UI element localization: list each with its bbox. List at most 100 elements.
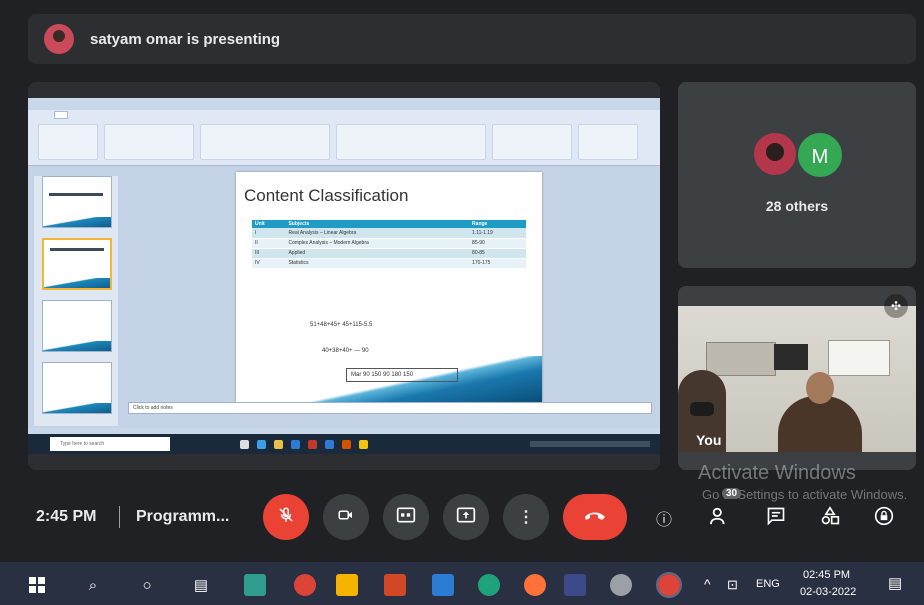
- shared-screen: Content Classification Unit Subjects Ran…: [28, 98, 660, 454]
- participant-count-badge: 30: [722, 488, 742, 499]
- captions-button[interactable]: [383, 494, 429, 540]
- slide-equation-box: Mar 90 150 90 180 150: [346, 368, 458, 382]
- table-cell: III: [252, 248, 286, 259]
- shared-search-box: Type here to search: [50, 437, 170, 451]
- end-call-button[interactable]: [563, 494, 627, 540]
- activities-button[interactable]: [817, 505, 843, 531]
- table-header: Subjects: [285, 220, 470, 228]
- shared-system-tray: [530, 441, 650, 447]
- background-tv: [774, 344, 808, 370]
- language-indicator[interactable]: ENG: [756, 578, 780, 590]
- present-button[interactable]: [443, 494, 489, 540]
- participants-tile[interactable]: [678, 82, 916, 268]
- taskbar-date[interactable]: 02-03-2022: [800, 586, 856, 598]
- host-controls-button[interactable]: [871, 505, 897, 531]
- ppt-ribbon: [28, 110, 660, 166]
- slide-thumbnail: [42, 362, 112, 414]
- app-icon: [359, 439, 368, 449]
- table-row: III Applied 80-85: [252, 248, 526, 259]
- ribbon-group: [336, 124, 486, 160]
- meeting-info-button[interactable]: ⓘ: [651, 505, 677, 531]
- people-button[interactable]: [707, 505, 733, 531]
- slide-thumbnail-selected: [42, 238, 112, 290]
- slide-equation: 51+48+45+ 45+115-5.5: [310, 322, 373, 328]
- mic-off-icon: [277, 506, 295, 529]
- presenter-avatar: [44, 24, 74, 54]
- ppt-titlebar: [28, 98, 660, 110]
- mail-icon[interactable]: [432, 574, 454, 596]
- presentation-tile[interactable]: Content Classification Unit Subjects Ran…: [28, 82, 660, 470]
- network-icon[interactable]: ⊡: [727, 577, 738, 593]
- participant-avatar-m: M: [796, 131, 844, 179]
- notes-pane: Click to add notes: [128, 402, 652, 414]
- app-icon: [274, 439, 283, 449]
- ribbon-tab: [108, 112, 112, 118]
- app-icon: [291, 439, 300, 449]
- more-options-button[interactable]: ⋮: [503, 494, 549, 540]
- table-row: I Real Analysis – Linear Algebra 1.11-1.…: [252, 228, 526, 239]
- app-icon: [257, 439, 266, 449]
- chat-icon: [766, 506, 786, 531]
- notification-icon[interactable]: ▤: [888, 574, 902, 592]
- ribbon-tab: [54, 111, 69, 119]
- store-icon[interactable]: [244, 574, 266, 596]
- table-cell: 170-175: [469, 258, 526, 269]
- ribbon-groups: [28, 120, 660, 164]
- self-video-feed: [678, 306, 916, 452]
- windows-start-icon[interactable]: [26, 574, 48, 596]
- meeting-clock: 2:45 PM: [36, 508, 97, 525]
- chevron-up-icon[interactable]: ^: [704, 576, 711, 592]
- table-cell: Applied: [285, 248, 470, 259]
- slide-thumbnail-pane: [34, 176, 118, 426]
- cortana-icon[interactable]: ○: [136, 574, 158, 596]
- table-header: Range: [469, 220, 526, 228]
- ribbon-group: [492, 124, 572, 160]
- app-icon: [342, 439, 351, 449]
- ribbon-group: [38, 124, 98, 160]
- meeting-name: Programm...: [136, 508, 230, 525]
- others-count-label: 28 others: [765, 198, 829, 214]
- table-row: IV Statistics 170-175: [252, 258, 526, 269]
- table-header: Unit: [252, 220, 286, 228]
- edge-icon[interactable]: [478, 574, 500, 596]
- presenting-banner: satyam omar is presenting: [28, 14, 916, 64]
- search-icon[interactable]: ⌕: [82, 574, 104, 596]
- more-vert-icon: ⋮: [518, 509, 534, 526]
- table-cell: 1.11-1.19: [469, 228, 526, 239]
- paint-icon[interactable]: [610, 574, 632, 596]
- ribbon-group: [104, 124, 194, 160]
- slide-thumbnail: [42, 176, 112, 228]
- lock-icon: [874, 506, 894, 531]
- slide-table: Unit Subjects Range I Real Analysis – Li…: [252, 220, 526, 269]
- app-icon[interactable]: [564, 574, 586, 596]
- ribbon-tab: [131, 112, 135, 118]
- ribbon-group: [200, 124, 330, 160]
- ribbon-tabs: [28, 110, 660, 120]
- table-cell: IV: [252, 258, 286, 269]
- background-shelf: [706, 342, 776, 376]
- slide-title: Content Classification: [244, 186, 409, 205]
- participant-avatar: [752, 131, 798, 177]
- chat-button[interactable]: [763, 505, 789, 531]
- camera-toggle-button[interactable]: [323, 494, 369, 540]
- pin-icon[interactable]: ✣: [884, 294, 908, 318]
- chrome-active-icon[interactable]: [656, 572, 682, 598]
- self-view-label: You: [696, 432, 722, 448]
- mic-toggle-button[interactable]: [263, 494, 309, 540]
- firefox-icon[interactable]: [524, 574, 546, 596]
- app-icon: [308, 439, 317, 449]
- ppt-workspace: Content Classification Unit Subjects Ran…: [28, 166, 660, 428]
- meet-window: satyam omar is presenting Content Classi…: [0, 0, 924, 605]
- file-explorer-icon[interactable]: [336, 574, 358, 596]
- taskbar-time[interactable]: 02:45 PM: [803, 569, 850, 581]
- chrome-icon[interactable]: [294, 574, 316, 596]
- ribbon-group: [578, 124, 638, 160]
- task-view-icon[interactable]: ▤: [190, 574, 212, 596]
- table-cell: 85-90: [469, 238, 526, 249]
- current-slide: Content Classification Unit Subjects Ran…: [236, 172, 542, 402]
- table-cell: I: [252, 228, 286, 239]
- powerpoint-icon[interactable]: [384, 574, 406, 596]
- camera-icon: [337, 506, 355, 529]
- self-view-tile[interactable]: ✣ You: [678, 286, 916, 470]
- background-whiteboard: [828, 340, 890, 376]
